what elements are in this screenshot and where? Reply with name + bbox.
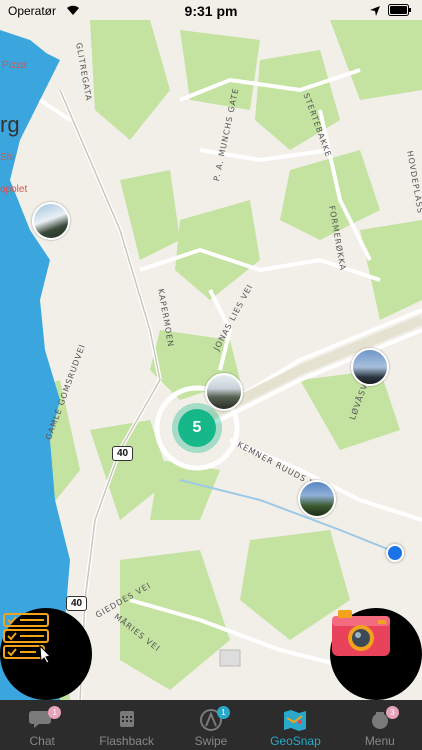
tab-label: Menu — [364, 734, 395, 748]
status-bar: Operatør 9:31 pm — [0, 0, 422, 24]
tab-label: Flashback — [99, 734, 154, 748]
current-location-dot — [386, 544, 404, 562]
menu-icon: 3 — [367, 706, 399, 732]
chat-badge: 1 — [48, 706, 62, 719]
poi-vinmonopolet[interactable]: opolet — [0, 184, 27, 195]
camera-icon — [332, 610, 390, 656]
tab-flashback[interactable]: Flashback — [84, 700, 168, 750]
photo-marker[interactable] — [205, 373, 243, 411]
swipe-badge: 1 — [217, 706, 231, 719]
poi-shi[interactable]: Shi — [0, 152, 14, 163]
tab-swipe[interactable]: 1 Swipe — [169, 700, 253, 750]
tab-geosnap[interactable]: GeoSnap — [253, 700, 337, 750]
photo-marker[interactable] — [298, 480, 336, 518]
camera-button[interactable] — [330, 608, 422, 700]
map-icon — [282, 708, 308, 732]
tab-label: Swipe — [194, 734, 228, 748]
clock-label: 9:31 pm — [184, 3, 238, 19]
checklist-icon — [3, 613, 51, 664]
photo-marker[interactable] — [32, 202, 70, 240]
tab-bar: 1 Chat Flashback 1 Swipe GeoSnap 3 Menu — [0, 700, 422, 750]
checklist-button[interactable] — [0, 608, 92, 700]
calendar-icon — [114, 708, 140, 732]
tab-label: Chat — [29, 734, 55, 748]
chat-icon: 1 — [29, 706, 62, 732]
cluster-count: 5 — [178, 409, 216, 447]
location-arrow-icon — [370, 4, 380, 19]
road-shield: 40 — [112, 446, 134, 461]
swipe-icon: 1 — [198, 706, 231, 732]
poi-pizza[interactable]: Pizza — [2, 60, 26, 71]
tab-menu[interactable]: 3 Menu — [338, 700, 422, 750]
road-shield: 40 — [66, 596, 88, 611]
menu-badge: 3 — [385, 706, 399, 719]
photo-marker[interactable] — [351, 348, 389, 386]
tab-label: GeoSnap — [270, 734, 321, 748]
city-label: rg — [0, 112, 20, 137]
tab-chat[interactable]: 1 Chat — [0, 700, 84, 750]
photo-cluster-marker[interactable]: 5 — [172, 403, 222, 453]
battery-icon — [388, 4, 412, 19]
map-background — [0, 20, 422, 700]
map-view[interactable]: rg Pizza Shi opolet GLITREGATA P. A. MUN… — [0, 0, 422, 700]
